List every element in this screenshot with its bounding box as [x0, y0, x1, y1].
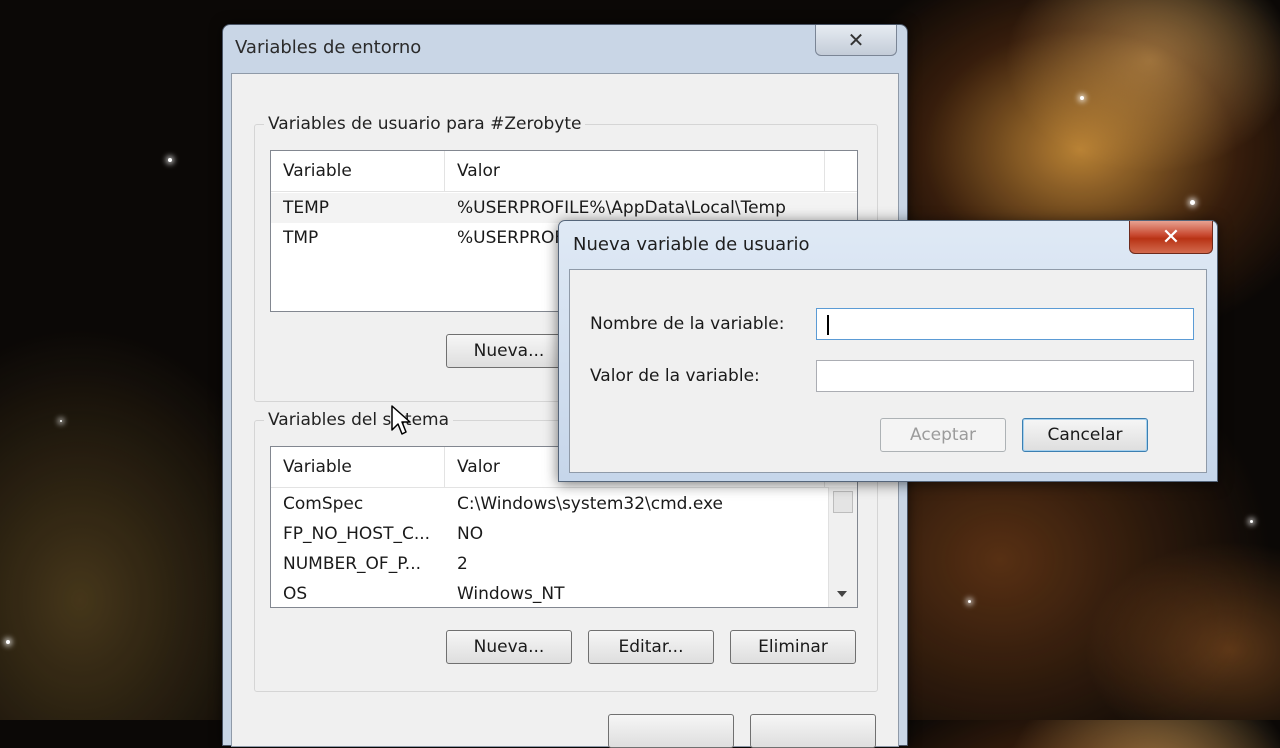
variable-value: NO	[457, 524, 484, 544]
column-header-value[interactable]: Valor	[445, 151, 825, 191]
new-user-variable-dialog: Nueva variable de usuario ✕ Nombre de la…	[558, 220, 1218, 482]
list-header: Variable Valor	[271, 151, 857, 192]
variable-name: OS	[283, 584, 308, 604]
column-header-variable[interactable]: Variable	[271, 151, 445, 191]
variable-name-input[interactable]	[817, 309, 1193, 339]
variable-name: TEMP	[283, 198, 330, 218]
scrollbar[interactable]	[828, 487, 857, 607]
star	[168, 158, 172, 162]
variable-name: TMP	[283, 228, 319, 248]
variable-name: NUMBER_OF_P...	[283, 554, 422, 574]
star	[1080, 96, 1084, 100]
star	[6, 640, 10, 644]
accept-button[interactable]: Aceptar	[880, 418, 1006, 452]
variable-value-input[interactable]	[817, 361, 1193, 391]
column-header-variable[interactable]: Variable	[271, 447, 445, 487]
system-variables-label: Variables del sistema	[264, 410, 454, 430]
star	[1250, 520, 1253, 523]
variable-name: ComSpec	[283, 494, 364, 514]
close-icon: ✕	[1161, 224, 1181, 250]
star	[1190, 200, 1195, 205]
variable-value: Windows_NT	[457, 584, 565, 604]
variable-value-input-box[interactable]	[816, 360, 1194, 392]
window-title: Variables de entorno	[235, 37, 422, 58]
cancel-button[interactable]: Cancelar	[1022, 418, 1148, 452]
variable-value: %USERPROFILE%\AppData\Local\Temp	[457, 198, 786, 218]
system-edit-button[interactable]: Editar...	[588, 630, 714, 664]
variable-value-label: Valor de la variable:	[590, 366, 760, 386]
system-delete-button[interactable]: Eliminar	[730, 630, 856, 664]
list-item[interactable]: NUMBER_OF_P... 2	[271, 549, 857, 579]
scroll-thumb[interactable]	[833, 491, 853, 513]
ok-button[interactable]	[608, 714, 734, 748]
dialog-body: Nombre de la variable: Valor de la varia…	[569, 269, 1207, 473]
text-caret	[827, 315, 829, 335]
user-variables-label: Variables de usuario para #Zerobyte	[264, 114, 586, 134]
close-icon: ✕	[847, 28, 865, 52]
list-item[interactable]: ComSpec C:\Windows\system32\cmd.exe	[271, 489, 857, 519]
list-item[interactable]: OS Windows_NT	[271, 579, 857, 607]
list-item[interactable]: FP_NO_HOST_C... NO	[271, 519, 857, 549]
system-new-button[interactable]: Nueva...	[446, 630, 572, 664]
variable-name: FP_NO_HOST_C...	[283, 524, 431, 544]
variable-name-input-box[interactable]	[816, 308, 1194, 340]
variable-name-label: Nombre de la variable:	[590, 314, 785, 334]
variable-value: C:\Windows\system32\cmd.exe	[457, 494, 724, 514]
star	[968, 600, 971, 603]
list-item[interactable]: TEMP %USERPROFILE%\AppData\Local\Temp	[271, 193, 857, 223]
mouse-pointer-icon	[391, 405, 411, 435]
close-button[interactable]: ✕	[815, 25, 897, 56]
variable-value: 2	[457, 554, 468, 574]
user-new-button[interactable]: Nueva...	[446, 334, 572, 368]
star	[60, 420, 62, 422]
scroll-down-arrow-icon[interactable]	[837, 591, 847, 597]
dialog-title: Nueva variable de usuario	[573, 234, 810, 255]
dialog-close-button[interactable]: ✕	[1129, 221, 1213, 254]
cancel-button[interactable]	[750, 714, 876, 748]
